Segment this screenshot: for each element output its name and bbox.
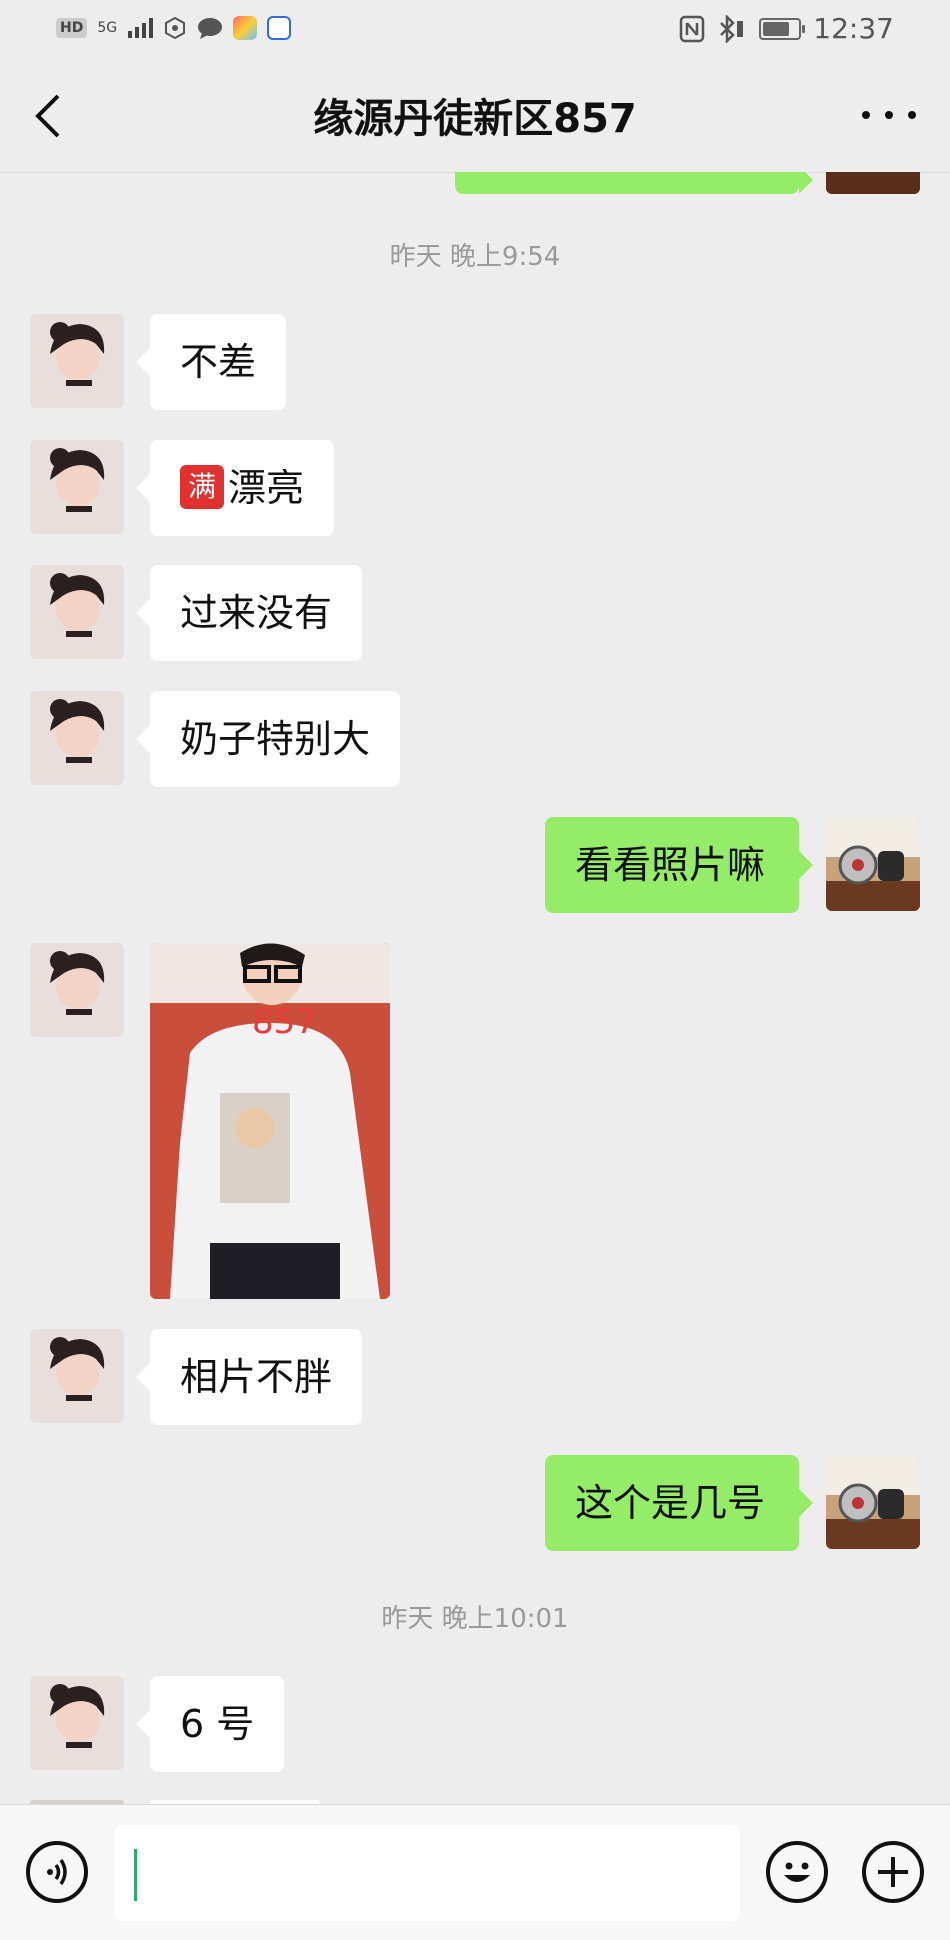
avatar-contact[interactable] bbox=[30, 565, 124, 659]
voice-icon bbox=[47, 1859, 67, 1885]
message-text: 漂亮 bbox=[228, 466, 305, 510]
signal-bars-icon bbox=[128, 18, 154, 38]
emoji-button[interactable] bbox=[766, 1841, 828, 1903]
clock: 12:37 bbox=[813, 12, 894, 45]
avatar-contact[interactable] bbox=[30, 440, 124, 534]
app-icon-colorful bbox=[233, 16, 258, 40]
message-bubble-in[interactable]: 满漂亮 bbox=[135, 440, 335, 536]
battery-icon bbox=[759, 17, 806, 40]
chat-title: 缘源丹徒新区857 bbox=[313, 96, 637, 142]
avatar-contact[interactable] bbox=[30, 314, 124, 408]
photo-message[interactable]: 857 bbox=[150, 943, 390, 1299]
status-left: HD 5G bbox=[56, 16, 292, 40]
message-bubble-in[interactable]: 奶子特别大 bbox=[135, 691, 401, 787]
voice-button[interactable] bbox=[26, 1841, 88, 1903]
more-dots-icon bbox=[862, 111, 870, 119]
signal-label: 5G bbox=[97, 20, 118, 36]
avatar-contact[interactable] bbox=[30, 943, 124, 1037]
more-button[interactable] bbox=[862, 98, 916, 132]
chat-header: 缘源丹徒新区857 bbox=[0, 58, 950, 173]
chat-messages[interactable]: 昨天 晚上9:54 不差 满漂亮 过来没有 奶子特别大 看看照片嘛 857 相片… bbox=[0, 172, 950, 1804]
emoji-icon bbox=[784, 1862, 810, 1882]
avatar-contact[interactable] bbox=[30, 691, 124, 785]
message-bubble-in[interactable]: 不差 bbox=[135, 314, 287, 410]
message-bubble-out[interactable]: 看看照片嘛 bbox=[545, 817, 813, 913]
avatar-self[interactable] bbox=[826, 817, 920, 911]
message-bubble-in[interactable]: 过来没有 bbox=[135, 565, 363, 661]
message-icon bbox=[198, 18, 223, 39]
bluetooth-icon bbox=[720, 14, 744, 43]
status-right: 12:37 bbox=[679, 12, 894, 45]
plus-button[interactable] bbox=[862, 1841, 924, 1903]
hd-badge: HD bbox=[56, 18, 88, 38]
avatar-contact[interactable] bbox=[30, 1329, 124, 1423]
full-emoji-icon: 满 bbox=[180, 464, 224, 509]
app-icon-blue bbox=[267, 16, 292, 40]
message-bubble-out[interactable]: 这个是几号 bbox=[545, 1455, 813, 1551]
message-input[interactable] bbox=[114, 1825, 740, 1921]
message-bubble-in[interactable]: 6 号 bbox=[135, 1676, 285, 1772]
input-bar bbox=[0, 1804, 950, 1940]
nfc-icon bbox=[680, 15, 705, 42]
message-bubble-in[interactable]: 相片不胖 bbox=[135, 1329, 363, 1425]
avatar-self[interactable] bbox=[826, 1455, 920, 1549]
timestamp: 昨天 晚上10:01 bbox=[381, 1604, 569, 1634]
avatar-contact[interactable] bbox=[30, 1676, 124, 1770]
text-cursor bbox=[134, 1849, 137, 1901]
plus-icon bbox=[878, 1857, 908, 1887]
message-bubble-out-partial[interactable] bbox=[455, 172, 813, 194]
timestamp: 昨天 晚上9:54 bbox=[389, 242, 561, 272]
photo-watermark: 857 bbox=[252, 1002, 317, 1042]
avatar-self[interactable] bbox=[826, 172, 920, 194]
vpn-icon bbox=[165, 16, 186, 40]
status-bar: HD 5G 12:37 bbox=[0, 0, 950, 58]
